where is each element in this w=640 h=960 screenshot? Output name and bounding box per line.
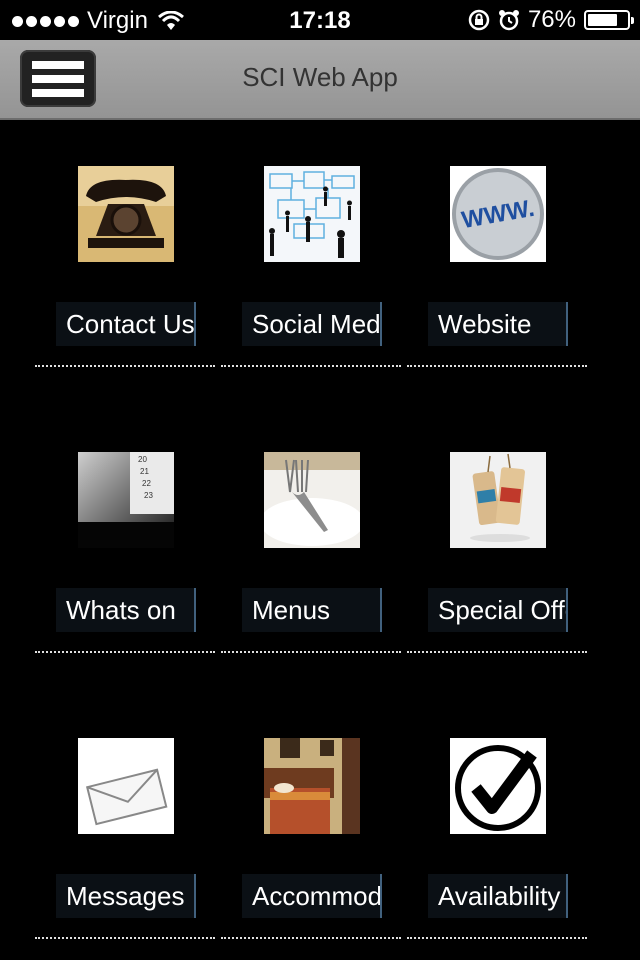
- fork-plate-image: [264, 452, 360, 548]
- tile-accommodation[interactable]: Accommodation: [221, 738, 401, 942]
- tile-social-media[interactable]: Social Media: [221, 166, 401, 370]
- tile-label: Messages: [56, 874, 196, 918]
- tile-label: Whats on: [56, 588, 196, 632]
- status-right: 76%: [468, 6, 634, 34]
- tile-label: Accommodation: [242, 874, 382, 918]
- divider: [221, 937, 401, 939]
- checkmark-image: [450, 738, 546, 834]
- tile-label: Availability: [428, 874, 568, 918]
- tile-label: Social Media: [242, 302, 382, 346]
- vintage-telephone-image: [78, 166, 174, 262]
- page-title: SCI Web App: [242, 62, 398, 92]
- divider: [221, 365, 401, 367]
- divider: [407, 365, 587, 367]
- battery-icon: [584, 10, 634, 30]
- calendar-image: 20 21 22 23: [78, 452, 174, 548]
- divider: [35, 937, 215, 939]
- tile-label: Website: [428, 302, 568, 346]
- divider: [407, 937, 587, 939]
- tile-menus[interactable]: Menus: [221, 452, 401, 656]
- envelope-image: [78, 738, 174, 834]
- divider: [35, 651, 215, 653]
- tile-label: Menus: [242, 588, 382, 632]
- tile-whats-on[interactable]: 20 21 22 23 Whats on: [35, 452, 215, 656]
- rotation-lock-icon: [468, 9, 490, 31]
- battery-percent: 76%: [527, 6, 576, 33]
- tile-website[interactable]: WWW. Website: [407, 166, 587, 370]
- battery-fill: [588, 14, 617, 26]
- alarm-icon: [498, 10, 519, 31]
- tile-contact-us[interactable]: Contact Us: [35, 166, 215, 370]
- svg-text:23: 23: [144, 491, 153, 500]
- special-offer-tags-image: [450, 452, 546, 548]
- svg-text:20: 20: [138, 455, 147, 464]
- tile-label: Special Offers: [428, 588, 568, 632]
- hotel-bedroom-image: [264, 738, 360, 834]
- divider: [221, 651, 401, 653]
- tile-special-offers[interactable]: Special Offers: [407, 452, 587, 656]
- tile-messages[interactable]: Messages: [35, 738, 215, 942]
- svg-text:21: 21: [140, 467, 149, 476]
- divider: [407, 651, 587, 653]
- tile-label: Contact Us: [56, 302, 196, 346]
- tile-availability[interactable]: Availability: [407, 738, 587, 942]
- www-button-image: WWW.: [450, 166, 546, 262]
- status-bar: Virgin 17:18 76%: [0, 0, 640, 40]
- social-network-image: [264, 166, 360, 262]
- divider: [35, 365, 215, 367]
- svg-text:22: 22: [142, 479, 151, 488]
- app-header: SCI Web App: [0, 40, 640, 120]
